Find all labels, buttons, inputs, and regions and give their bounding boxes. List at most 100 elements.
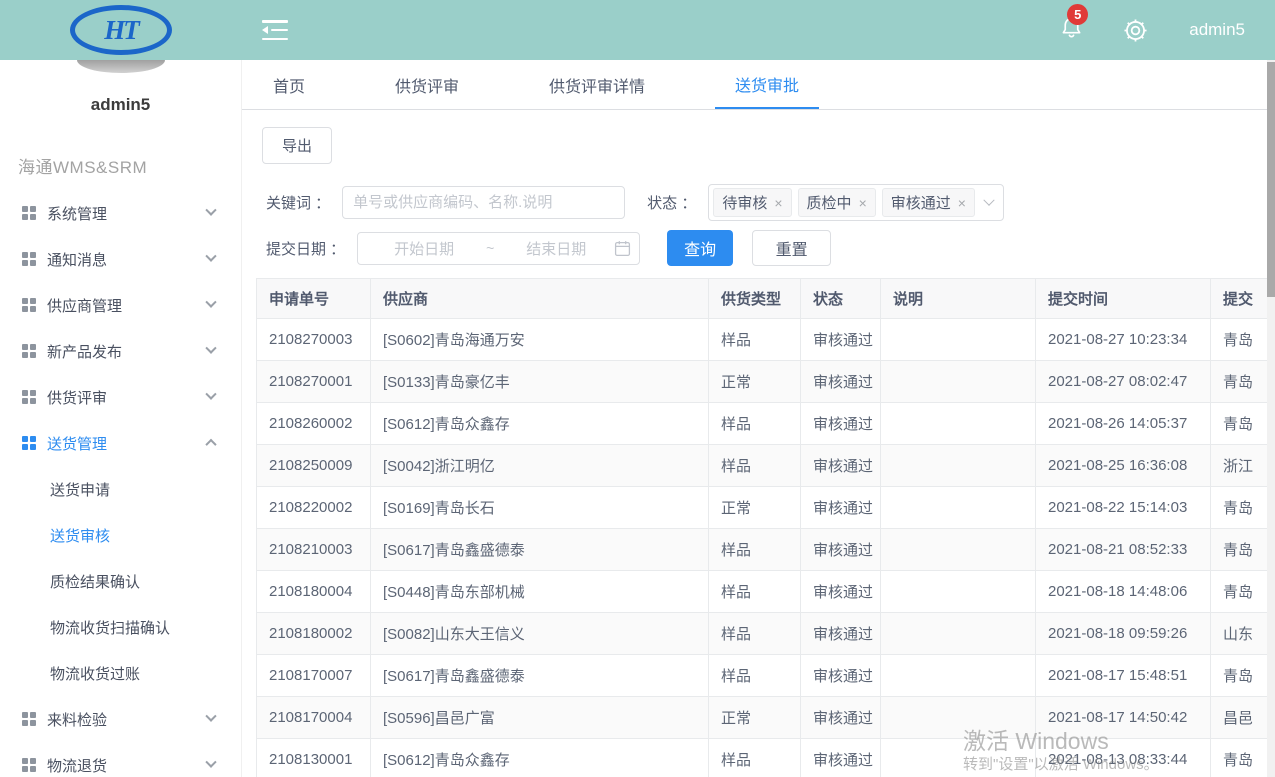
status-label: 状态 ： — [647, 192, 696, 213]
col-header-supplier: 供应商 — [371, 279, 709, 319]
status-tag-approved[interactable]: 审核通过 × — [882, 188, 975, 217]
grid-icon — [22, 758, 36, 772]
filter-row-2: 提交日期 ： 开始日期 ~ 结束日期 查询 重置 — [266, 230, 1275, 266]
header-actions: 5 admin5 — [1059, 15, 1275, 45]
cell-status: 审核通过 — [801, 571, 881, 613]
cell-supplier: [S0612]青岛众鑫存 — [371, 739, 709, 777]
menu-label: 供应商管理 — [47, 295, 122, 316]
cell-submit-time: 2021-08-21 08:52:33 — [1036, 529, 1211, 571]
cell-submit-time: 2021-08-17 15:48:51 — [1036, 655, 1211, 697]
sidebar-subitem-qc-result-confirm[interactable]: 质检结果确认 — [0, 558, 241, 604]
tag-close-icon[interactable]: × — [958, 196, 966, 210]
cell-order-no: 2108170007 — [257, 655, 371, 697]
table-row[interactable]: 2108270003 [S0602]青岛海通万安 样品 审核通过 2021-08… — [257, 319, 1275, 361]
sidebar-item-new-product-release[interactable]: 新产品发布 — [0, 328, 241, 374]
cell-order-no: 2108180004 — [257, 571, 371, 613]
menu-label: 通知消息 — [47, 249, 107, 270]
reset-button[interactable]: 重置 — [752, 230, 831, 266]
cell-order-no: 2108130001 — [257, 739, 371, 777]
cell-note — [881, 739, 1036, 777]
cell-submit-time: 2021-08-27 08:02:47 — [1036, 361, 1211, 403]
cell-status: 审核通过 — [801, 361, 881, 403]
cell-order-no: 2108260002 — [257, 403, 371, 445]
submenu-label: 送货审核 — [50, 525, 110, 546]
sidebar-item-system-management[interactable]: 系统管理 — [0, 190, 241, 236]
cell-note — [881, 361, 1036, 403]
tag-label: 审核通过 — [891, 192, 951, 213]
chevron-down-icon — [205, 297, 216, 308]
sidebar-menu: 系统管理 通知消息 供应商管理 新产品发布 供货评审 送货管理 — [0, 190, 241, 777]
sidebar-item-supply-review[interactable]: 供货评审 — [0, 374, 241, 420]
start-date-input[interactable]: 开始日期 — [366, 238, 482, 259]
cell-status: 审核通过 — [801, 655, 881, 697]
cell-submit-time: 2021-08-17 14:50:42 — [1036, 697, 1211, 739]
grid-icon — [22, 390, 36, 404]
sidebar-subitem-delivery-application[interactable]: 送货申请 — [0, 466, 241, 512]
table-row[interactable]: 2108210003 [S0617]青岛鑫盛德泰 样品 审核通过 2021-08… — [257, 529, 1275, 571]
cell-supply-type: 样品 — [709, 445, 801, 487]
keyword-input[interactable] — [342, 186, 625, 219]
cell-supplier: [S0133]青岛豪亿丰 — [371, 361, 709, 403]
cell-submit: 青岛 — [1211, 319, 1275, 361]
submenu-label: 物流收货过账 — [50, 663, 140, 684]
status-multiselect[interactable]: 待审核 × 质检中 × 审核通过 × — [708, 184, 1004, 221]
chevron-down-icon — [205, 343, 216, 354]
menu-label: 供货评审 — [47, 387, 107, 408]
table-row[interactable]: 2108220002 [S0169]青岛长石 正常 审核通过 2021-08-2… — [257, 487, 1275, 529]
sidebar-subitem-delivery-audit[interactable]: 送货审核 — [0, 512, 241, 558]
cell-order-no: 2108270001 — [257, 361, 371, 403]
export-button[interactable]: 导出 — [262, 127, 332, 164]
cell-submit-time: 2021-08-27 10:23:34 — [1036, 319, 1211, 361]
sidebar-item-supplier-management[interactable]: 供应商管理 — [0, 282, 241, 328]
tab-home[interactable]: 首页 — [253, 60, 325, 109]
status-tag-qc[interactable]: 质检中 × — [798, 188, 876, 217]
scrollbar-thumb[interactable] — [1267, 62, 1275, 297]
menu-label: 物流退货 — [47, 755, 107, 776]
tab-supply-review[interactable]: 供货评审 — [375, 60, 479, 109]
cell-supplier: [S0617]青岛鑫盛德泰 — [371, 529, 709, 571]
table-row[interactable]: 2108250009 [S0042]浙江明亿 样品 审核通过 2021-08-2… — [257, 445, 1275, 487]
main-content: 首页 供货评审 供货评审详情 送货审批 导出 关键词 ： 状态 ： 待审核 × … — [242, 60, 1275, 777]
table-row[interactable]: 2108260002 [S0612]青岛众鑫存 样品 审核通过 2021-08-… — [257, 403, 1275, 445]
notification-bell-icon[interactable]: 5 — [1059, 15, 1084, 45]
company-logo: HT — [70, 5, 172, 55]
end-date-input[interactable]: 结束日期 — [498, 238, 614, 259]
tag-close-icon[interactable]: × — [859, 196, 867, 210]
sidebar-subitem-logistics-receipt-scan-confirm[interactable]: 物流收货扫描确认 — [0, 604, 241, 650]
col-header-submit-time: 提交时间 — [1036, 279, 1211, 319]
grid-icon — [22, 252, 36, 266]
tab-supply-review-detail[interactable]: 供货评审详情 — [529, 60, 665, 109]
tab-delivery-approval[interactable]: 送货审批 — [715, 60, 819, 109]
table-row[interactable]: 2108130001 [S0612]青岛众鑫存 样品 审核通过 2021-08-… — [257, 739, 1275, 777]
results-table-container: 申请单号 供应商 供货类型 状态 说明 提交时间 提交 2108270003 [… — [256, 278, 1275, 777]
cell-supply-type: 样品 — [709, 529, 801, 571]
table-row[interactable]: 2108170004 [S0596]昌邑广富 正常 审核通过 2021-08-1… — [257, 697, 1275, 739]
sidebar-item-logistics-returns[interactable]: 物流退货 — [0, 742, 241, 777]
cell-supply-type: 样品 — [709, 571, 801, 613]
status-tag-pending[interactable]: 待审核 × — [713, 188, 791, 217]
table-row[interactable]: 2108170007 [S0617]青岛鑫盛德泰 样品 审核通过 2021-08… — [257, 655, 1275, 697]
table-row[interactable]: 2108180004 [S0448]青岛东部机械 样品 审核通过 2021-08… — [257, 571, 1275, 613]
cell-submit-time: 2021-08-22 15:14:03 — [1036, 487, 1211, 529]
cell-supply-type: 样品 — [709, 403, 801, 445]
date-label: 提交日期 ： — [266, 238, 345, 259]
cell-order-no: 2108270003 — [257, 319, 371, 361]
cell-supplier: [S0612]青岛众鑫存 — [371, 403, 709, 445]
settings-gear-icon[interactable] — [1122, 17, 1149, 44]
query-button[interactable]: 查询 — [667, 230, 733, 266]
header-username[interactable]: admin5 — [1189, 20, 1245, 40]
cell-supply-type: 正常 — [709, 487, 801, 529]
date-range-picker[interactable]: 开始日期 ~ 结束日期 — [357, 232, 640, 265]
vertical-scrollbar — [1267, 60, 1275, 777]
sidebar-item-notifications[interactable]: 通知消息 — [0, 236, 241, 282]
cell-note — [881, 655, 1036, 697]
sidebar-item-incoming-inspection[interactable]: 来料检验 — [0, 696, 241, 742]
table-row[interactable]: 2108270001 [S0133]青岛豪亿丰 正常 审核通过 2021-08-… — [257, 361, 1275, 403]
cell-submit-time: 2021-08-18 09:59:26 — [1036, 613, 1211, 655]
sidebar-item-delivery-management[interactable]: 送货管理 — [0, 420, 241, 466]
sidebar-subitem-logistics-receipt-posting[interactable]: 物流收货过账 — [0, 650, 241, 696]
col-header-note: 说明 — [881, 279, 1036, 319]
tag-close-icon[interactable]: × — [774, 196, 782, 210]
sidebar-collapse-icon[interactable] — [262, 20, 288, 40]
table-row[interactable]: 2108180002 [S0082]山东大王信义 样品 审核通过 2021-08… — [257, 613, 1275, 655]
